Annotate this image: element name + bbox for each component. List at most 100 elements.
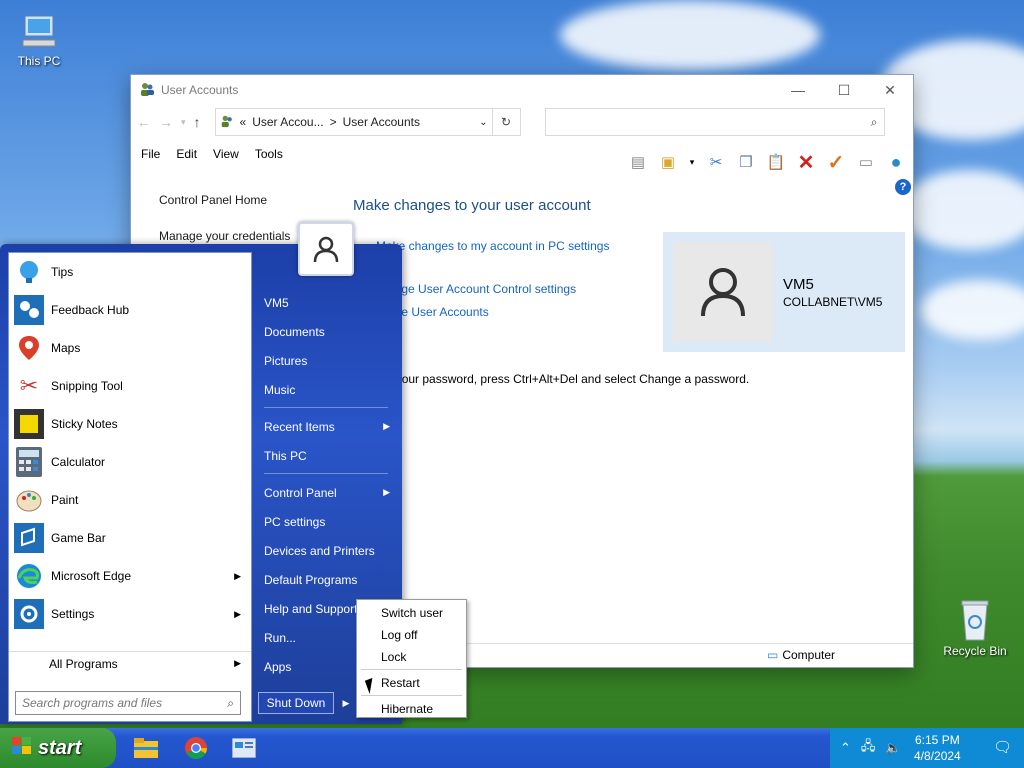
submenu-arrow-icon: ▶ <box>383 421 390 431</box>
place-this-pc[interactable]: This PC <box>256 441 396 470</box>
breadcrumb-user-accounts[interactable]: User Accounts <box>343 115 420 129</box>
copy-icon[interactable]: ❐ <box>735 151 757 173</box>
menu-edit[interactable]: Edit <box>176 147 197 161</box>
checkmark-icon[interactable]: ✓ <box>825 151 847 174</box>
uac-settings-link[interactable]: ange User Account Control settings <box>388 282 576 296</box>
recycle-bin-icon <box>955 600 995 641</box>
main-content: Make changes to your user account <box>353 197 591 214</box>
recycle-bin-desktop-icon[interactable]: Recycle Bin <box>938 600 1012 658</box>
show-hidden-icons-icon[interactable]: ⌃ <box>840 740 851 756</box>
pc-settings-link[interactable]: Make changes to my account in PC setting… <box>376 239 609 253</box>
back-arrow-icon[interactable]: ← <box>137 114 151 130</box>
app-microsoft-edge[interactable]: Microsoft Edge ▶ <box>9 557 251 595</box>
app-tips[interactable]: Tips <box>9 253 251 291</box>
paste-icon[interactable]: 📋 <box>765 151 787 173</box>
edge-icon <box>13 560 45 592</box>
app-calculator[interactable]: Calculator <box>9 443 251 481</box>
this-pc-desktop-icon[interactable]: This PC <box>2 10 76 68</box>
place-label: This PC <box>264 448 307 463</box>
dropdown-icon[interactable]: ▾ <box>687 151 697 173</box>
menu-tools[interactable]: Tools <box>255 147 283 161</box>
address-dropdown-icon[interactable]: ⌄ <box>479 117 487 128</box>
preview-pane-icon[interactable]: ▤ <box>627 151 649 173</box>
file-explorer-taskbar-icon[interactable] <box>132 734 160 762</box>
menu-separator <box>361 695 462 696</box>
app-feedback-hub[interactable]: Feedback Hub <box>9 291 251 329</box>
place-music[interactable]: Music <box>256 375 396 404</box>
submenu-arrow-icon: ▶ <box>234 608 241 619</box>
app-paint[interactable]: Paint <box>9 481 251 519</box>
control-panel-taskbar-icon[interactable] <box>230 734 258 762</box>
start-button[interactable]: start <box>0 728 116 768</box>
place-default-programs[interactable]: Default Programs <box>256 565 396 594</box>
notifications-icon[interactable]: 🗨 <box>993 738 1012 756</box>
app-maps[interactable]: Maps <box>9 329 251 367</box>
layout-icon[interactable]: ▣ <box>657 151 679 173</box>
place-control-panel[interactable]: Control Panel ▶ <box>256 478 396 507</box>
search-icon: ⌕ <box>227 695 234 710</box>
maps-icon <box>13 332 45 364</box>
manage-credentials-link[interactable]: Manage your credentials <box>159 229 290 243</box>
minimize-button[interactable]: — <box>775 75 821 105</box>
app-game-bar[interactable]: Game Bar <box>9 519 251 557</box>
menu-view[interactable]: View <box>213 147 239 161</box>
app-settings[interactable]: Settings ▶ <box>9 595 251 633</box>
chrome-taskbar-icon[interactable] <box>182 734 210 762</box>
control-panel-home-link[interactable]: Control Panel Home <box>159 193 290 207</box>
shut-down-options-arrow-icon[interactable]: ▶ <box>336 692 356 714</box>
place-label: Pictures <box>264 353 308 368</box>
start-label: start <box>38 736 82 759</box>
user-picture[interactable] <box>298 222 354 276</box>
forward-arrow-icon[interactable]: → <box>159 114 173 130</box>
menu-item-lock[interactable]: Lock <box>357 646 466 668</box>
cut-icon[interactable]: ✂ <box>705 151 727 173</box>
shut-down-button[interactable]: Shut Down <box>258 692 334 714</box>
submenu-arrow-icon: ▶ <box>234 570 241 581</box>
place-pc-settings[interactable]: PC settings <box>256 507 396 536</box>
shutdown-options-menu: Switch user Log off Lock Restart Hiberna… <box>356 599 467 718</box>
start-search-input[interactable]: Search programs and files ⌕ <box>15 691 241 715</box>
menu-item-log-off[interactable]: Log off <box>357 624 466 646</box>
recent-dropdown-icon[interactable]: ▾ <box>181 117 186 128</box>
breadcrumb-separator[interactable]: > <box>330 115 337 129</box>
account-card: VM5 COLLABNET\VM5 <box>663 232 905 352</box>
maximize-button[interactable]: ☐ <box>821 75 867 105</box>
tips-icon <box>13 256 45 288</box>
volume-muted-icon[interactable]: 🔈 <box>885 740 901 756</box>
app-sticky-notes[interactable]: Sticky Notes <box>9 405 251 443</box>
place-vm5[interactable]: VM5 <box>256 288 396 317</box>
app-label: Sticky Notes <box>51 417 118 431</box>
search-input[interactable]: ⌕ <box>544 108 885 136</box>
clock-date: 4/8/2024 <box>914 749 961 763</box>
toolbar: ▤ ▣ ▾ ✂ ❐ 📋 ✕ ✓ ▭ ● <box>627 151 907 174</box>
place-pictures[interactable]: Pictures <box>256 346 396 375</box>
app-snipping-tool[interactable]: ✂ Snipping Tool <box>9 367 251 405</box>
place-devices-printers[interactable]: Devices and Printers <box>256 536 396 565</box>
menu-file[interactable]: File <box>141 147 160 161</box>
help-icon[interactable]: ? <box>895 179 911 195</box>
refresh-button[interactable]: ↻ <box>492 108 521 136</box>
computer-icon <box>19 10 59 50</box>
place-documents[interactable]: Documents <box>256 317 396 346</box>
properties-icon[interactable]: ▭ <box>855 151 877 173</box>
game-bar-icon <box>13 522 45 554</box>
place-label: Documents <box>264 324 325 339</box>
up-arrow-icon[interactable]: ↑ <box>194 114 201 130</box>
status-computer-label: Computer <box>782 648 836 662</box>
globe-icon[interactable]: ● <box>885 151 907 173</box>
clock[interactable]: 6:15 PM 4/8/2024 <box>914 732 961 764</box>
all-programs[interactable]: All Programs ▶ <box>9 651 251 675</box>
separator <box>264 473 388 474</box>
manage-accounts-link[interactable]: age User Accounts <box>388 305 489 319</box>
network-icon[interactable]: 🖧 <box>861 737 876 759</box>
status-computer: ▭ Computer <box>767 648 835 662</box>
menu-item-hibernate[interactable]: Hibernate <box>357 698 466 720</box>
place-recent-items[interactable]: Recent Items ▶ <box>256 412 396 441</box>
cloud <box>900 170 1024 250</box>
delete-icon[interactable]: ✕ <box>795 151 817 174</box>
menu-item-switch-user[interactable]: Switch user <box>357 602 466 624</box>
breadcrumb-user-accounts-parent[interactable]: User Accou... <box>252 115 323 129</box>
close-button[interactable]: ✕ <box>867 75 913 105</box>
window-controls: — ☐ ✕ <box>775 75 913 105</box>
address-bar[interactable]: « User Accou... > User Accounts ⌄ <box>214 108 493 136</box>
